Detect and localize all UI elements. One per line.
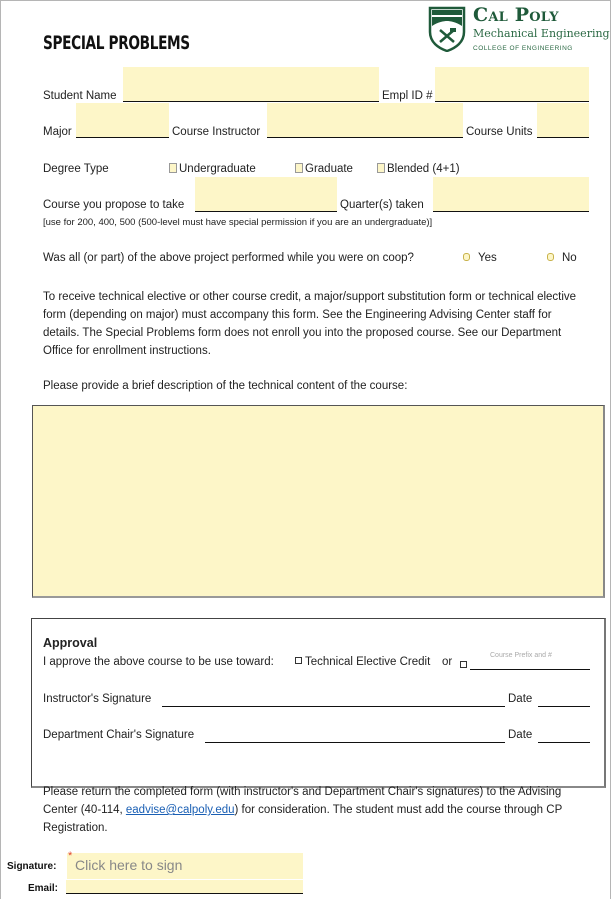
course-units-label: Course Units [466, 126, 533, 138]
or-label: or [442, 656, 453, 668]
chair-date-line[interactable] [538, 742, 590, 743]
degree-type-label: Degree Type [43, 163, 109, 175]
logo-college: COLLEGE OF ENGINEERING [473, 45, 573, 52]
cal-poly-shield-icon [428, 6, 466, 52]
email-field[interactable] [66, 880, 303, 894]
degree-option-graduate[interactable]: Graduate [295, 163, 353, 175]
course-note: [use for 200, 400, 500 (500-level must h… [43, 217, 433, 228]
info-paragraph: To receive technical elective or other c… [43, 291, 577, 357]
coop-question: Was all (or part) of the above project p… [43, 252, 414, 264]
other-course-checkbox[interactable] [460, 661, 467, 668]
description-textarea[interactable] [32, 405, 605, 598]
email-label: Email: [28, 883, 59, 894]
chair-signature-label: Department Chair's Signature [43, 729, 195, 741]
course-prefix-placeholder: Course Prefix and # [490, 652, 552, 659]
coop-option-yes[interactable]: Yes [463, 252, 497, 264]
degree-option-undergraduate[interactable]: Undergraduate [169, 163, 256, 175]
checkbox[interactable] [377, 163, 385, 173]
signature-placeholder: Click here to sign [75, 857, 183, 873]
chair-signature-line[interactable] [205, 742, 505, 743]
form-page: SPECIAL PROBLEMS Cal Poly Mechanical Eng… [0, 0, 611, 899]
approval-heading: Approval [43, 636, 98, 650]
empl-id-field[interactable] [435, 67, 589, 102]
description-prompt: Please provide a brief description of th… [43, 380, 408, 392]
radio-button[interactable] [547, 253, 554, 261]
checkbox[interactable] [169, 163, 177, 173]
radio-button[interactable] [463, 253, 470, 261]
page-title: SPECIAL PROBLEMS [43, 32, 190, 54]
checkbox[interactable] [295, 163, 303, 173]
course-propose-field[interactable] [195, 177, 337, 212]
footer-paragraph: Please return the completed form (with i… [43, 786, 563, 834]
logo-name: Cal Poly [473, 4, 559, 26]
approval-section: Approval I approve the above course to b… [31, 618, 606, 788]
student-name-field[interactable] [123, 67, 379, 102]
required-mark: * [68, 850, 73, 862]
tech-elective-option[interactable]: Technical Elective Credit [291, 656, 430, 668]
major-field[interactable] [76, 103, 169, 138]
chair-date-label: Date [508, 729, 533, 741]
logo-department: Mechanical Engineering [473, 27, 610, 40]
instructor-signature-line[interactable] [162, 706, 505, 707]
course-instructor-label: Course Instructor [172, 126, 261, 138]
empl-id-label: Empl ID # [382, 90, 433, 102]
course-instructor-field[interactable] [267, 103, 463, 138]
major-label: Major [43, 126, 72, 138]
coop-option-no[interactable]: No [547, 252, 577, 264]
instructor-signature-label: Instructor's Signature [43, 693, 152, 705]
student-name-label: Student Name [43, 90, 117, 102]
quarters-taken-field[interactable] [433, 177, 589, 212]
signature-label: Signature: [7, 861, 57, 872]
course-units-field[interactable] [537, 103, 589, 138]
course-propose-label: Course you propose to take [43, 199, 185, 211]
instructor-date-label: Date [508, 693, 533, 705]
instructor-date-line[interactable] [538, 706, 590, 707]
checkbox[interactable] [295, 657, 302, 664]
degree-option-blended[interactable]: Blended (4+1) [377, 163, 460, 175]
course-prefix-field[interactable] [470, 669, 590, 670]
advising-email-link[interactable]: eadvise@calpoly.edu [126, 804, 235, 816]
approval-statement: I approve the above course to be use tow… [43, 656, 274, 668]
quarters-taken-label: Quarter(s) taken [340, 199, 424, 211]
